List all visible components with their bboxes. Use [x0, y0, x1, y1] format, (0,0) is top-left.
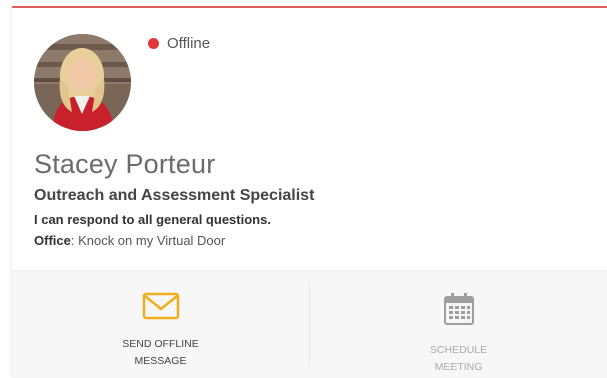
schedule-meeting-label-line2: MEETING — [434, 361, 483, 373]
send-offline-message-button[interactable]: SEND OFFLINE MESSAGE — [12, 271, 309, 378]
schedule-meeting-label-line1: SCHEDULE — [429, 344, 488, 356]
avatar — [34, 34, 131, 131]
schedule-meeting-button[interactable]: SCHEDULE MEETING — [309, 281, 607, 373]
profile-title: Outreach and Assessment Specialist — [34, 187, 315, 204]
send-offline-label-line1: SEND OFFLINE — [122, 338, 199, 350]
presence-status: Offline — [148, 35, 210, 52]
profile-name: Stacey Porteur — [34, 149, 216, 179]
action-bar: SEND OFFLINE MESSAGE SCHEDULE MEETING — [12, 270, 607, 378]
schedule-meeting-label: SCHEDULE MEETING — [404, 342, 514, 376]
status-dot-icon — [148, 38, 159, 49]
calendar-icon — [442, 291, 476, 332]
profile-note: I can respond to all general questions. — [34, 212, 271, 227]
office-line: Office: Knock on my Virtual Door — [34, 233, 225, 248]
send-offline-label-line2: MESSAGE — [134, 355, 187, 367]
profile-card: Offline Stacey Porteur Outreach and Asse… — [12, 6, 607, 378]
send-offline-label: SEND OFFLINE MESSAGE — [106, 336, 216, 370]
avatar-photo — [34, 34, 131, 131]
office-value: : Knock on my Virtual Door — [70, 233, 226, 248]
status-text: Offline — [167, 35, 211, 52]
office-label: Office — [34, 233, 71, 248]
envelope-icon — [142, 291, 180, 326]
